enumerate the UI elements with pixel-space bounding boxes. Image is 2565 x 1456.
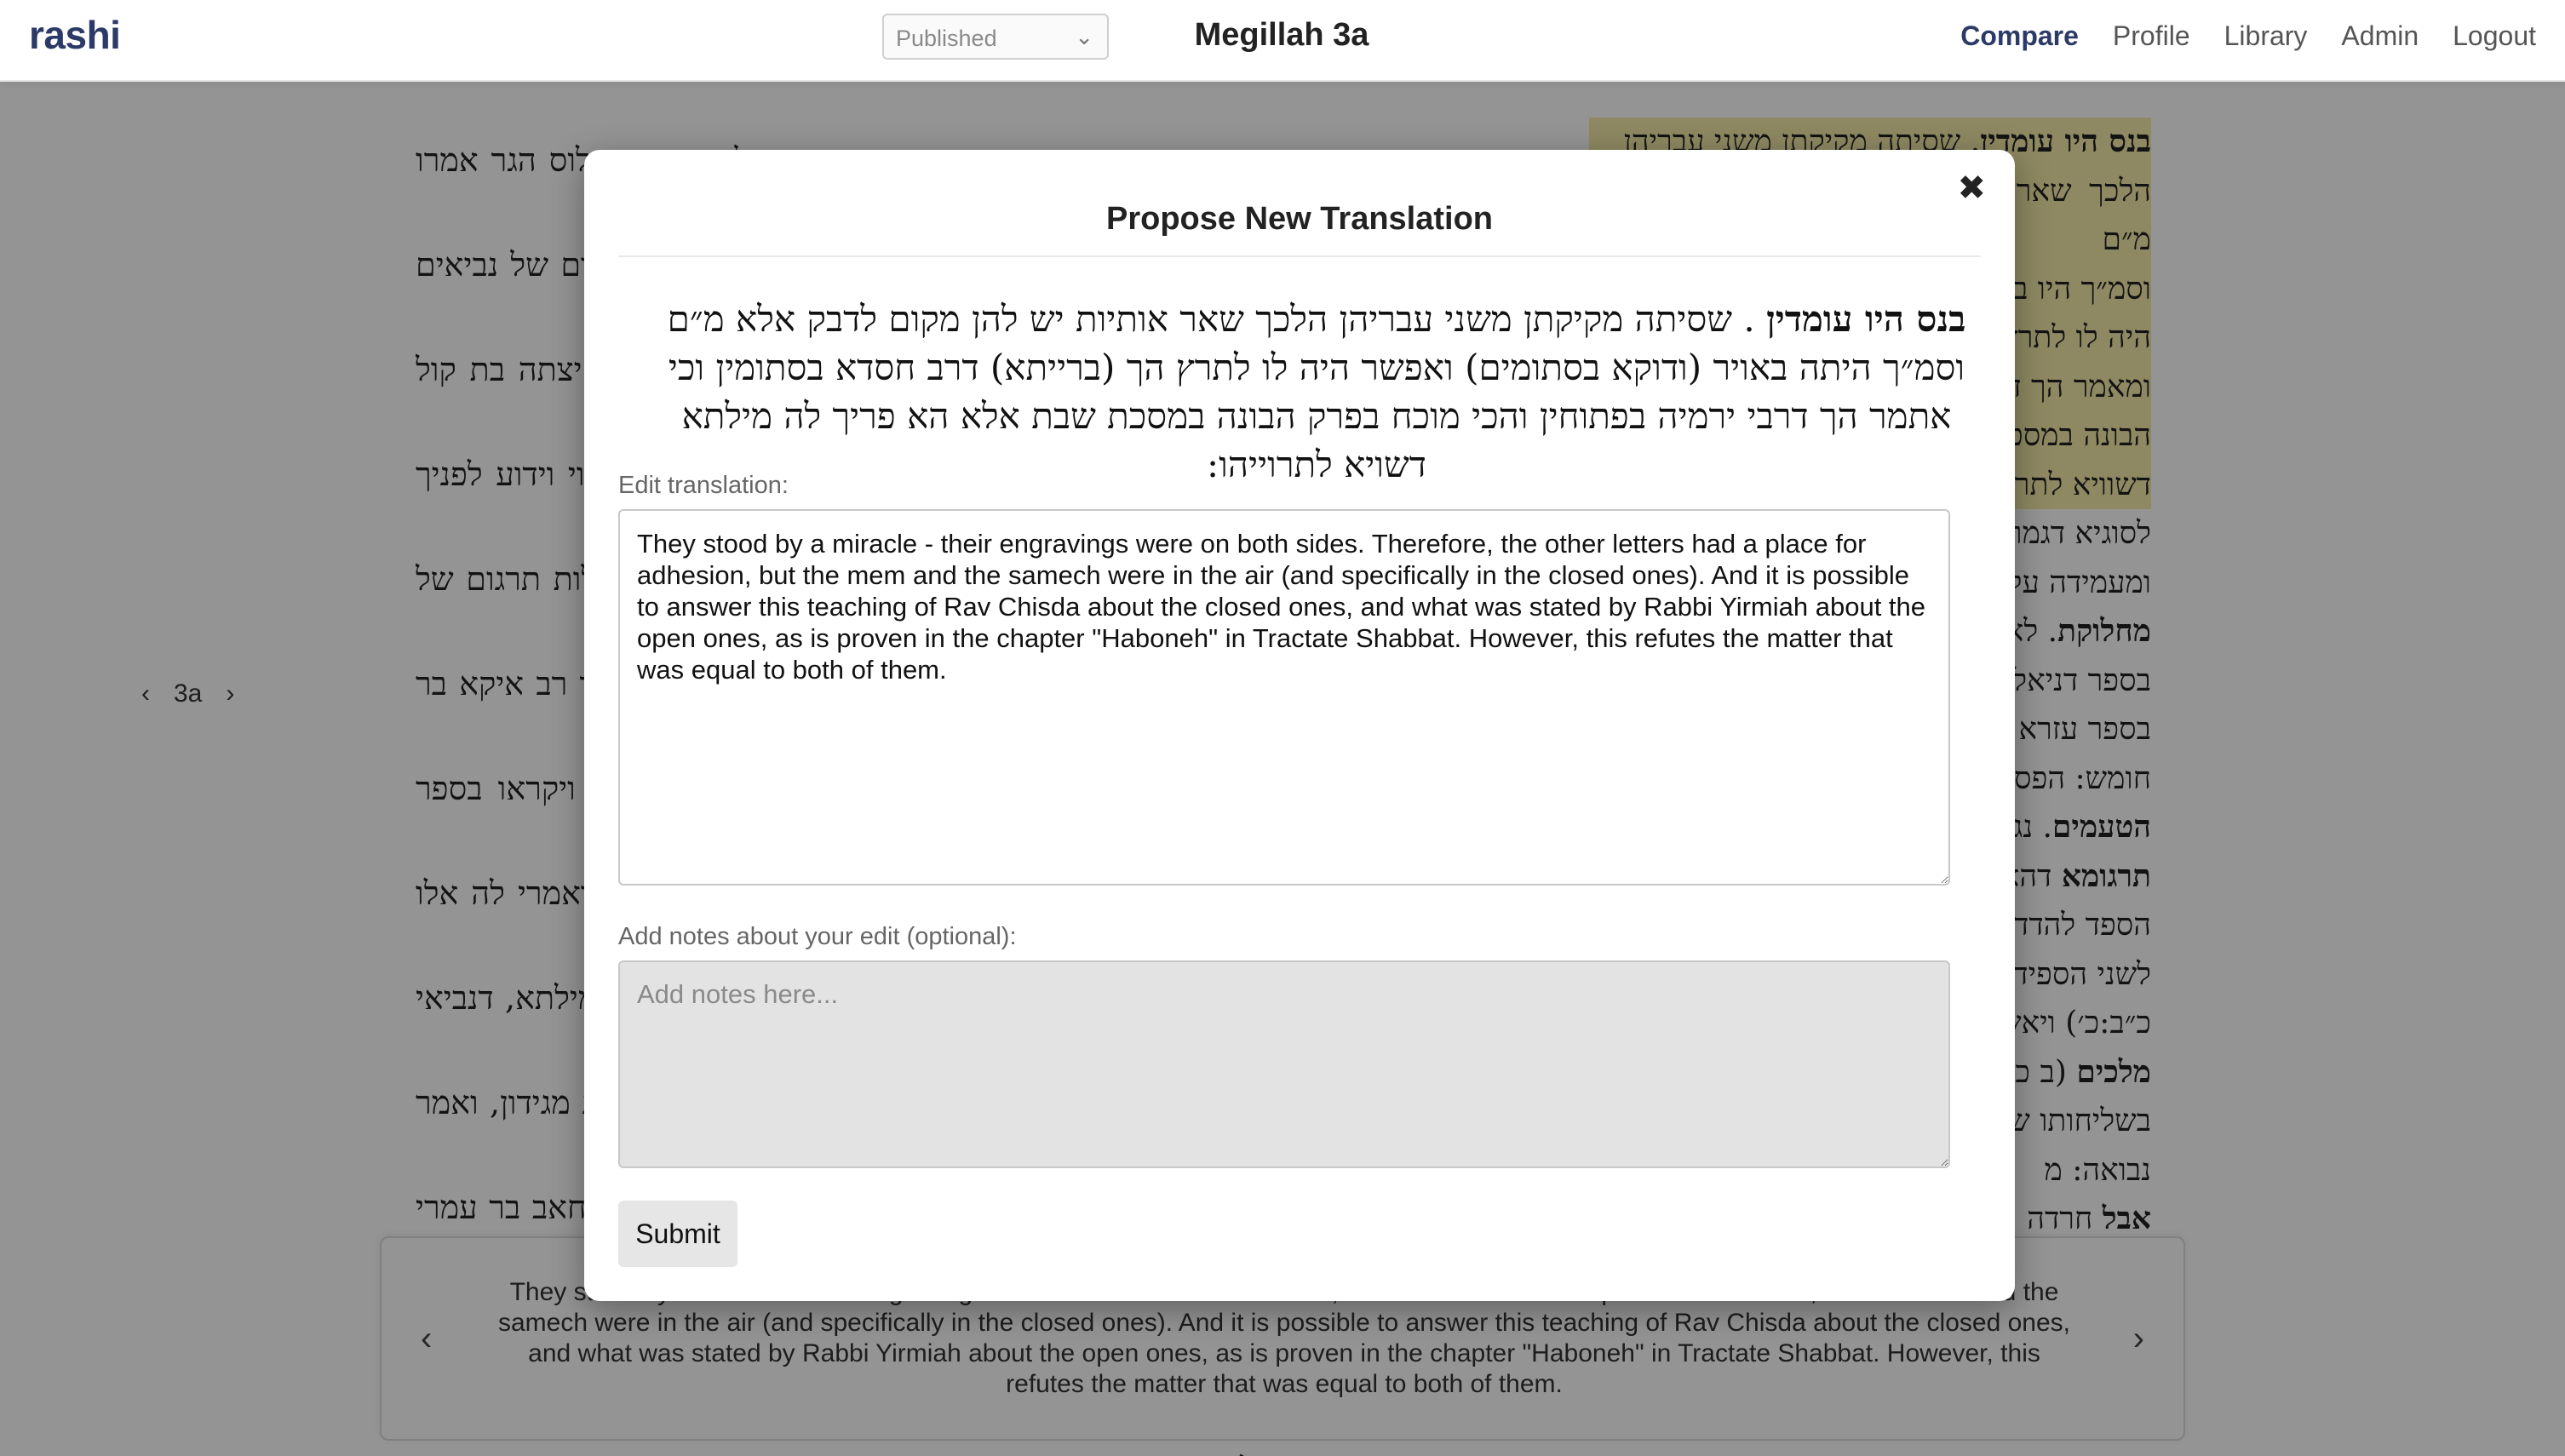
edit-translation-textarea[interactable]: They stood by a miracle - their engravin… xyxy=(618,509,1950,886)
nav-item-logout[interactable]: Logout xyxy=(2453,20,2536,52)
modal-title: Propose New Translation xyxy=(1106,201,1493,237)
propose-translation-modal: ✖ Propose New Translation בנס היו עומדין… xyxy=(584,150,2015,1301)
nav-item-library[interactable]: Library xyxy=(2224,20,2308,52)
top-nav-bar: rashi Published ⌄ Megillah 3a Compare Pro… xyxy=(0,0,2565,82)
nav-item-compare[interactable]: Compare xyxy=(1960,20,2079,52)
notes-label: Add notes about your edit (optional): xyxy=(618,923,1017,950)
nav-item-profile[interactable]: Profile xyxy=(2113,20,2190,52)
nav-item-admin[interactable]: Admin xyxy=(2341,20,2419,52)
notes-textarea[interactable] xyxy=(618,960,1950,1168)
edit-translation-label: Edit translation: xyxy=(618,472,789,499)
page-title: Megillah 3a xyxy=(1194,17,1369,53)
chevron-down-icon: ⌄ xyxy=(1075,24,1093,49)
status-select-value: Published xyxy=(896,26,997,51)
source-hebrew-text: בנס היו עומדין . שסיתה מקיקתן משני עבריה… xyxy=(644,295,1989,489)
main-nav: Compare Profile Library Admin Logout xyxy=(1960,20,2536,52)
status-select[interactable]: Published ⌄ xyxy=(882,14,1109,60)
app-logo[interactable]: rashi xyxy=(29,12,121,58)
source-heading: בנס היו עומדין xyxy=(1766,298,1966,340)
modal-divider xyxy=(618,255,1981,257)
submit-button[interactable]: Submit xyxy=(618,1201,737,1267)
